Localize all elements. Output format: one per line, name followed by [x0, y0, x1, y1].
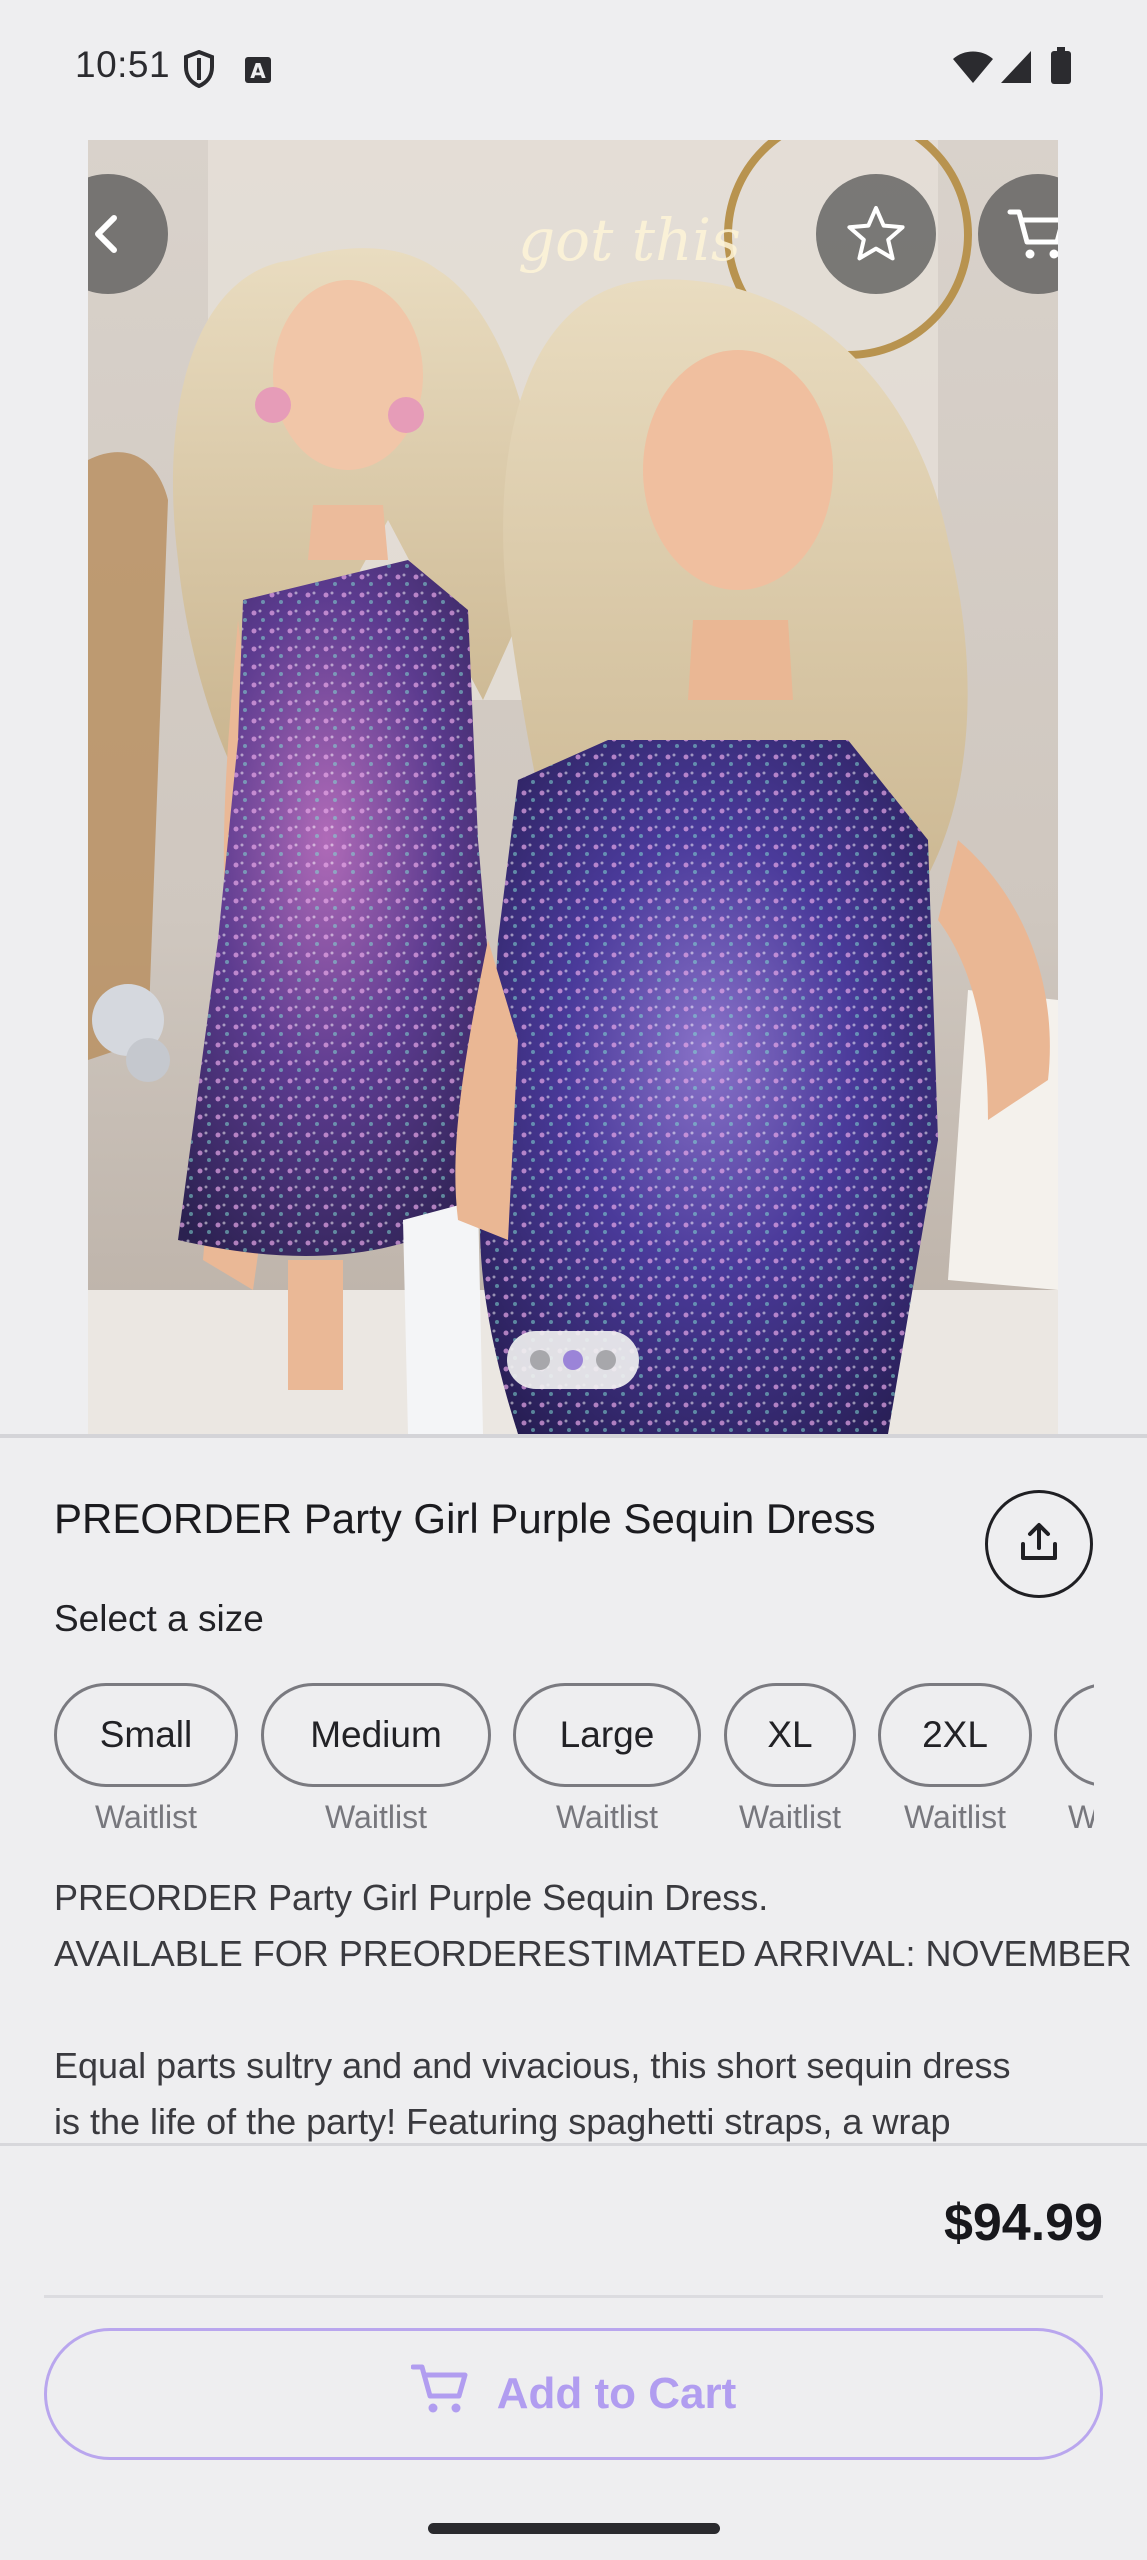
product-description: PREORDER Party Girl Purple Sequin Dress.…	[54, 1870, 1132, 2143]
size-option-small[interactable]: Small Waitlist	[54, 1683, 238, 1833]
back-arrow-icon	[88, 212, 130, 256]
size-selector[interactable]: Small Waitlist Medium Waitlist Large Wai…	[54, 1683, 1094, 1833]
size-availability: Waitlist	[95, 1799, 197, 1833]
price-divider	[44, 2295, 1103, 2298]
select-size-label: Select a size	[54, 1598, 264, 1639]
share-icon	[1017, 1520, 1061, 1569]
size-option-2xl[interactable]: 2XL Waitlist	[878, 1683, 1032, 1833]
size-option-medium[interactable]: Medium Waitlist	[261, 1683, 491, 1833]
add-to-cart-label: Add to Cart	[496, 2369, 737, 2418]
neon-sign-text: got this	[518, 206, 741, 274]
image-pager[interactable]	[507, 1331, 639, 1389]
wifi-icon	[952, 50, 994, 89]
status-time: 10:51	[75, 44, 171, 85]
pager-dot[interactable]	[530, 1350, 550, 1370]
favorite-button[interactable]	[816, 174, 936, 294]
size-chip-label[interactable]: Medium	[261, 1683, 491, 1787]
share-button[interactable]	[985, 1490, 1093, 1598]
size-availability: Waitlist	[904, 1799, 1006, 1833]
add-to-cart-button[interactable]: Add to Cart	[44, 2328, 1103, 2460]
product-image[interactable]: got this	[88, 140, 1058, 1434]
footer-divider	[0, 2143, 1147, 2146]
description-line: Equal parts sultry and and vivacious, th…	[54, 2045, 1011, 2086]
description-line: PREORDER Party Girl Purple Sequin Dress.	[54, 1877, 769, 1918]
size-availability: Waitlist	[556, 1799, 658, 1833]
battery-icon	[1050, 47, 1072, 90]
size-chip-label[interactable]	[1054, 1683, 1094, 1787]
product-details[interactable]: PREORDER Party Girl Purple Sequin Dress …	[0, 1438, 1147, 2143]
cart-icon	[1007, 206, 1058, 262]
description-line: AVAILABLE FOR PREORDERESTIMATED ARRIVAL:…	[54, 1933, 1132, 1974]
size-option-partial[interactable]: W	[1054, 1683, 1094, 1833]
a-letter-icon: A	[244, 56, 272, 89]
signal-icon	[1000, 50, 1032, 89]
home-indicator[interactable]	[428, 2523, 720, 2534]
cart-icon	[410, 2362, 471, 2427]
size-option-xl[interactable]: XL Waitlist	[724, 1683, 856, 1833]
svg-text:A: A	[250, 59, 266, 83]
size-availability: W	[1068, 1799, 1094, 1833]
product-title: PREORDER Party Girl Purple Sequin Dress	[54, 1495, 876, 1542]
size-availability: Waitlist	[325, 1799, 427, 1833]
star-icon	[846, 204, 906, 264]
product-price: $94.99	[943, 2194, 1103, 2252]
product-photo: got this	[88, 140, 1058, 1434]
shield-icon	[183, 49, 215, 93]
size-chip-label[interactable]: Large	[513, 1683, 701, 1787]
pager-dot-active[interactable]	[563, 1350, 583, 1370]
size-chip-label[interactable]: Small	[54, 1683, 238, 1787]
size-availability: Waitlist	[739, 1799, 841, 1833]
size-chip-label[interactable]: 2XL	[878, 1683, 1032, 1787]
description-line: is the life of the party! Featuring spag…	[54, 2101, 951, 2142]
pager-dot[interactable]	[596, 1350, 616, 1370]
size-option-large[interactable]: Large Waitlist	[513, 1683, 701, 1833]
size-chip-label[interactable]: XL	[724, 1683, 856, 1787]
status-bar: 10:51 A	[0, 0, 1147, 138]
